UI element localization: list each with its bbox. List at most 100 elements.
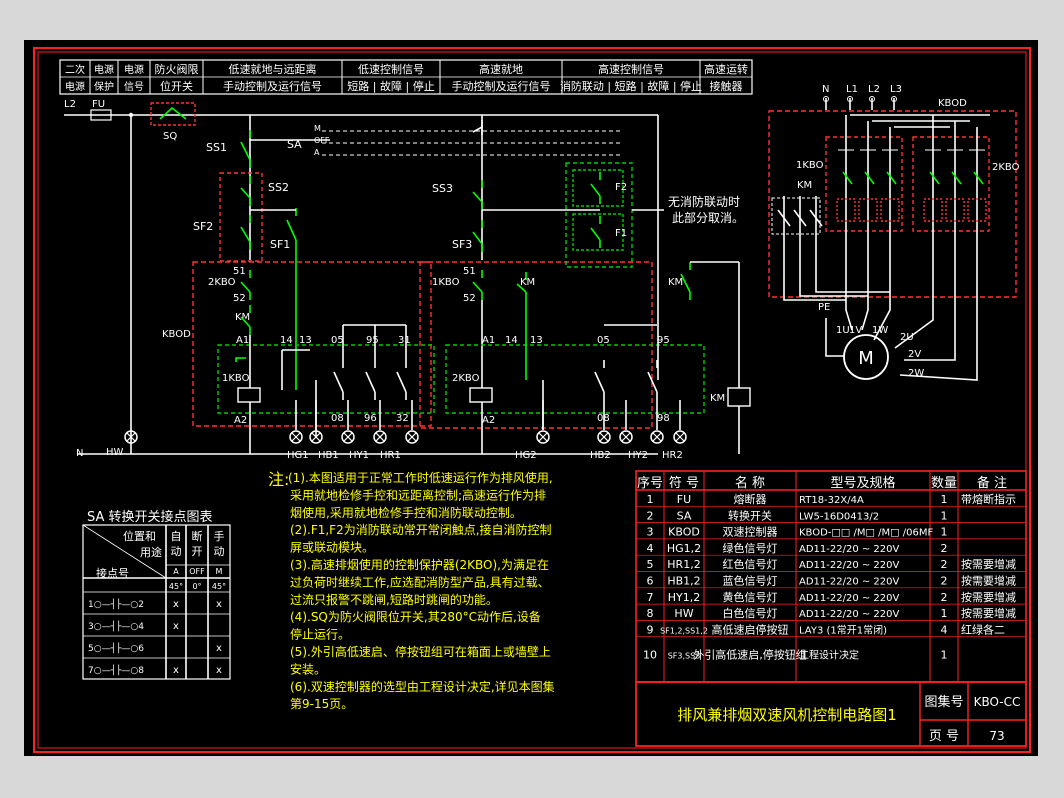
sa-colhead2-1: 开 [192,545,203,558]
label-ss1: SS1 [206,141,227,154]
label-note_fire: 无消防联动时 [668,194,740,209]
sa-colhead-2: 手 [214,529,225,543]
coil-2kbo [469,387,493,403]
contact-sf1-blade [286,219,297,241]
sa-contact-1: 3○—┤├—○4 [88,620,144,632]
sa-corner-bottom: 接点号 [96,567,129,580]
parts-cell-0-4: 1 [941,493,948,506]
note-line-2: 烟使用,采用就地检修手控和消防联动控制。 [290,505,522,520]
parts-header-3: 型号及规格 [830,475,895,491]
parts-cell-6-0: 7 [647,591,654,604]
label-hw: HW [106,447,124,458]
parts-cell-3-2: 绿色信号灯 [723,541,778,555]
label-n14_1: 14 [280,335,293,346]
parts-cell-2-3: KBOD-□□ /M□ /M□ /06MF [799,528,933,539]
atlas-label: 图集号 [924,694,963,710]
parts-cell-3-0: 4 [647,542,654,555]
header-cell-h3: 电源 [124,63,144,76]
sa-mark-2-2: x [216,643,222,654]
note-line-4: 屏或联动模块。 [290,541,374,555]
fire-box [565,162,633,268]
label-n05_1: 05 [331,335,344,346]
km-w3 [815,246,890,293]
label-n08_1: 08 [331,413,344,424]
note-line-8: (4).SQ为防火阀限位开关,其280°C动作后,设备 [290,609,541,624]
contact-1kbo-blade [472,281,483,293]
parts-cell-0-5: 带熔断指示 [961,492,1016,506]
contact-05-2-blade [594,371,605,393]
label-v2: 2V [908,349,921,360]
page-label: 页 号 [929,729,959,744]
parts-cell-9-2: 外引高低速启,停按钮组 [693,648,807,662]
label-v1: 1V [849,325,862,336]
label-n13_2: 13 [530,335,543,346]
parts-cell-6-1: HY1,2 [668,591,700,604]
sa-contact-2: 5○—┤├—○6 [88,642,144,654]
contact-f2-blade [590,183,601,197]
sa-colhead2-2: 动 [214,545,225,558]
note-line-6: 过负荷时继续工作,应选配消防型产品,具有过载、 [290,574,550,589]
label-p_l2: L2 [868,84,880,95]
label-hy1: HY1 [349,450,369,461]
label-kbo1: 1KBO [222,373,250,384]
parts-cell-8-4: 4 [941,623,948,636]
label-sf2: SF2 [193,220,213,233]
note-line-7: 过流只报警不跳闸,短路时跳闸的功能。 [290,592,498,607]
parts-cell-5-3: AD11-22/20 ~ 220V [799,577,900,588]
km-w2 [799,246,868,297]
label-hg2: HG2 [515,450,537,461]
kbod-power-dash [768,110,1017,298]
label-sf1: SF1 [270,238,290,251]
sa-mark-3-2: x [216,665,222,676]
label-n95_1: 95 [366,335,379,346]
pole-a-sw-0 [842,171,853,185]
sa-contact-0: 1○—┤├—○2 [88,598,144,610]
label-hb2: HB2 [590,450,611,461]
note-line-9: 停止运行。 [290,627,350,642]
label-n51_2: 51 [463,266,476,277]
header-cell-h6: 低速控制信号 [358,62,424,76]
label-n95_2: 95 [657,335,670,346]
parts-cell-7-0: 8 [647,607,654,620]
label-kbo2: 2KBO [452,373,480,384]
parts-cell-9-4: 1 [941,649,948,662]
label-kbo1b: 1KBO [432,277,460,288]
parts-cell-2-1: KBOD [668,526,700,539]
parts-cell-6-4: 2 [941,591,948,604]
label-hr1: HR1 [380,450,401,461]
parts-cell-4-5: 按需要增减 [961,557,1016,571]
label-n96_1: 96 [364,413,377,424]
label-sa-m_on: M [314,124,321,133]
parts-cell-1-2: 转换开关 [728,508,772,522]
label-km_1: KM [235,312,250,323]
sa-deg-1: 0° [192,582,201,591]
label-p_2kbo: 2KBO [992,162,1020,173]
kbo1-aux [235,357,246,362]
label-n32: 32 [396,413,409,424]
label-n51_1: 51 [233,266,246,277]
note-line-13: 第9-15页。 [290,697,353,711]
mot-w4 [894,230,934,349]
sa-colhead-1: 断 [192,529,203,543]
sa-colhead2-0: 动 [171,545,182,558]
sa-contact-3: 7○—┤├—○8 [88,664,144,676]
note-line-12: (6).双速控制器的选型由工程设计决定,详见本图集 [290,679,555,694]
mot-w3 [873,230,891,341]
parts-cell-2-2: 双速控制器 [723,525,778,539]
label-n13_1: 13 [299,335,312,346]
parts-cell-7-5: 按需要增减 [961,606,1016,620]
note-line-1: 采用就地检修手控和远距离控制;高速运行作为排 [290,487,546,502]
parts-cell-4-2: 红色信号灯 [723,557,778,571]
label-km_2: KM [520,277,535,288]
label-sq: SQ [163,131,177,142]
label-motor: M [858,348,874,369]
circuit-diagram: 二次电源电源保护电源信号防火阀限位开关低速就地与远距离手动控制及运行信号低速控制… [33,47,1031,753]
label-ss2: SS2 [268,181,289,194]
drawing-title: 排风兼排烟双速风机控制电路图1 [677,706,897,724]
contact-ss3-blade [472,191,483,203]
parts-cell-7-1: HW [674,607,693,620]
header-cell-h5-2: 手动控制及运行信号 [223,79,322,93]
label-p_km: KM [797,180,812,191]
label-w1: 1W [872,325,888,336]
header-cell-h8: 高速控制信号 [598,62,664,76]
